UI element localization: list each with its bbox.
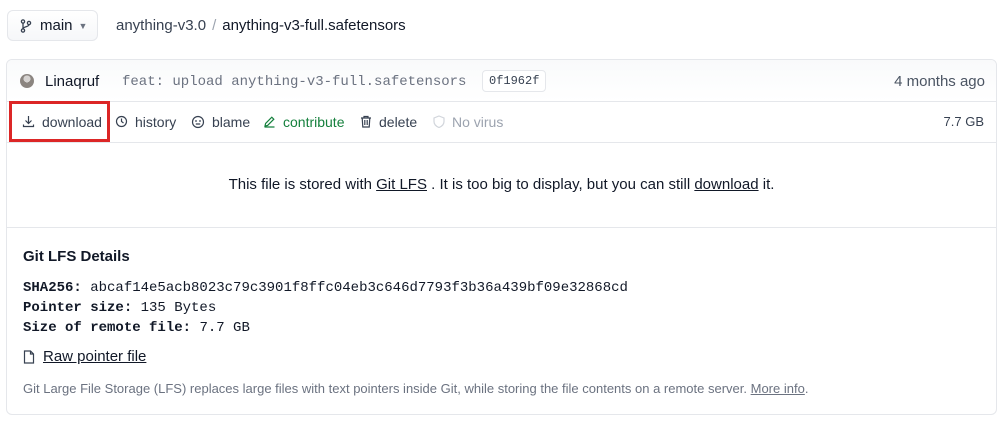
lfs-details-title: Git LFS Details xyxy=(23,248,130,265)
download-button[interactable]: download xyxy=(9,101,110,142)
more-info-link[interactable]: More info xyxy=(751,381,805,396)
lfs-notice-text-1: This file is stored with xyxy=(228,176,377,193)
sha-value: abcaf14e5acb8023c79c3901f8ffc04eb3c646d7… xyxy=(90,280,628,296)
virus-label: No virus xyxy=(452,113,504,130)
virus-status: No virus xyxy=(433,101,503,142)
lfs-notice-text-2: . It is too big to display, but you can … xyxy=(426,176,695,193)
file-actions: download history blame contribute delete xyxy=(7,101,996,143)
lfs-footer: Git Large File Storage (LFS) replaces la… xyxy=(23,381,808,396)
breadcrumb-repo[interactable]: anything-v3.0 xyxy=(116,17,206,34)
raw-pointer-row: Raw pointer file xyxy=(23,348,146,365)
pencil-icon xyxy=(263,115,276,128)
history-label: history xyxy=(135,113,177,130)
commit-hash[interactable]: 0f1962f xyxy=(482,70,547,92)
avatar[interactable] xyxy=(20,74,34,88)
branch-icon xyxy=(20,18,32,33)
shield-icon xyxy=(433,115,445,128)
remote-size-value: 7.7 GB xyxy=(199,320,250,336)
breadcrumb: anything-v3.0 / anything-v3-full.safeten… xyxy=(116,17,406,34)
commit-message[interactable]: feat: upload anything-v3-full.safetensor… xyxy=(122,74,466,90)
contribute-label: contribute xyxy=(283,113,345,130)
branch-name: main xyxy=(40,17,73,34)
raw-pointer-link[interactable]: Raw pointer file xyxy=(43,348,146,365)
sha-label: SHA256: xyxy=(23,280,82,296)
pointer-size-value: 135 Bytes xyxy=(140,300,217,316)
commit-time: 4 months ago xyxy=(894,73,985,90)
breadcrumb-file: anything-v3-full.safetensors xyxy=(222,17,406,34)
sha-row: SHA256: abcaf14e5acb8023c79c3901f8ffc04e… xyxy=(23,280,628,296)
commit-row: Linaqruf feat: upload anything-v3-full.s… xyxy=(7,60,996,102)
delete-button[interactable]: delete xyxy=(360,101,417,142)
remote-size-row: Size of remote file: 7.7 GB xyxy=(23,320,250,336)
history-button[interactable]: history xyxy=(115,101,176,142)
file-card: Linaqruf feat: upload anything-v3-full.s… xyxy=(6,59,997,415)
chevron-down-icon: ▼ xyxy=(78,20,88,31)
git-lfs-link[interactable]: Git LFS xyxy=(376,176,427,193)
pointer-size-row: Pointer size: 135 Bytes xyxy=(23,300,216,316)
history-icon xyxy=(115,115,128,128)
delete-label: delete xyxy=(379,113,418,130)
trash-icon xyxy=(360,115,372,128)
file-icon xyxy=(23,349,35,364)
pointer-size-label: Pointer size: xyxy=(23,300,133,316)
download-label: download xyxy=(42,113,102,130)
lfs-footer-text: Git Large File Storage (LFS) replaces la… xyxy=(23,381,751,396)
blame-label: blame xyxy=(212,113,251,130)
lfs-notice-text-3: it. xyxy=(758,176,775,193)
download-icon xyxy=(22,115,35,128)
remote-size-label: Size of remote file: xyxy=(23,320,192,336)
file-size: 7.7 GB xyxy=(943,114,984,129)
contribute-button[interactable]: contribute xyxy=(263,101,344,142)
download-link[interactable]: download xyxy=(694,176,758,193)
lfs-notice: This file is stored with Git LFS . It is… xyxy=(7,142,996,228)
blame-button[interactable]: blame xyxy=(191,101,250,142)
commit-author[interactable]: Linaqruf xyxy=(45,73,99,90)
lfs-footer-end: . xyxy=(804,381,809,396)
breadcrumb-separator: / xyxy=(212,17,217,34)
branch-selector[interactable]: main ▼ xyxy=(7,10,98,41)
blame-icon xyxy=(191,115,205,129)
